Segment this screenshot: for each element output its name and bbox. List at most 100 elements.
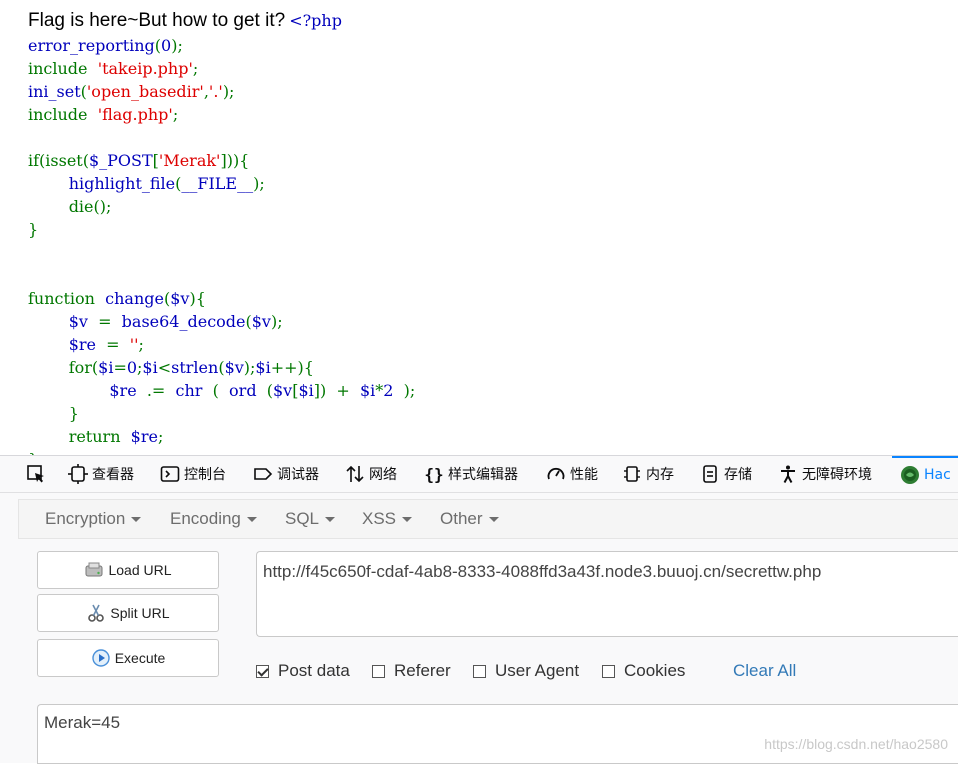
code-token: ;: [138, 335, 144, 354]
url-value: http://f45c650f-cdaf-4ab8-8333-4088ffd3a…: [263, 562, 822, 581]
referer-checkbox[interactable]: [372, 664, 385, 678]
code-token: include: [28, 59, 98, 78]
tab-inspector[interactable]: 查看器: [68, 456, 134, 492]
menu-other[interactable]: Other: [440, 500, 499, 538]
user-agent-option[interactable]: User Agent: [473, 661, 579, 681]
tab-label: 无障碍环境: [802, 467, 872, 483]
source-code-view: Flag is here~But how to get it? <?php err…: [0, 0, 958, 455]
performance-icon: [546, 464, 566, 484]
code-token: ord: [229, 381, 267, 400]
code-token: =: [113, 358, 127, 377]
code-line: $re .= chr ( ord ($v[$i]) + $i*2 );: [28, 381, 415, 401]
code-token: .=: [146, 381, 176, 400]
post-data-value: Merak=45: [44, 713, 121, 732]
tab-label: 查看器: [92, 467, 134, 483]
url-textarea[interactable]: http://f45c650f-cdaf-4ab8-8333-4088ffd3a…: [256, 551, 958, 637]
user-agent-label: User Agent: [495, 661, 580, 680]
style-editor-icon: {}: [424, 464, 444, 484]
code-token: for(: [28, 358, 99, 377]
clear-all-link[interactable]: Clear All: [733, 661, 796, 681]
code-token: $re: [130, 427, 158, 446]
code-token: include: [28, 105, 98, 124]
caret-down-icon: [488, 516, 499, 522]
cookies-label: Cookies: [624, 661, 686, 680]
tab-debugger[interactable]: 调试器: [253, 456, 319, 492]
tab-label: 性能: [570, 467, 598, 483]
menu-encoding[interactable]: Encoding: [170, 500, 257, 538]
menu-xss[interactable]: XSS: [362, 500, 413, 538]
code-token: __FILE__: [181, 174, 254, 193]
tab-console[interactable]: 控制台: [160, 456, 226, 492]
code-token: =: [106, 335, 130, 354]
code-token: );: [243, 358, 256, 377]
tab-label: 控制台: [184, 467, 226, 483]
referer-option[interactable]: Referer: [372, 661, 451, 681]
post-data-textarea[interactable]: Merak=45: [37, 704, 958, 764]
code-token: 'takeip.php': [97, 59, 193, 78]
tab-pick-element[interactable]: [26, 456, 50, 492]
code-token: 'flag.php': [97, 105, 173, 124]
load-url-icon: [84, 560, 104, 580]
code-token: strlen: [171, 358, 219, 377]
menu-label: SQL: [285, 509, 320, 528]
code-token: $re: [109, 381, 147, 400]
code-token: ini_set: [28, 82, 81, 101]
tab-accessibility[interactable]: 无障碍环境: [778, 456, 872, 492]
split-url-button[interactable]: Split URL: [37, 594, 219, 632]
caret-down-icon: [131, 516, 142, 522]
code-token: (: [212, 381, 230, 400]
execute-button[interactable]: Execute: [37, 639, 219, 677]
tab-hackbar[interactable]: Hac: [892, 456, 958, 492]
code-token: die();: [28, 197, 112, 216]
code-token: if(isset(: [28, 151, 89, 170]
code-token: $v: [224, 358, 244, 377]
menu-encryption[interactable]: Encryption: [45, 500, 142, 538]
tab-storage[interactable]: 存储: [700, 456, 752, 492]
menu-sql[interactable]: SQL: [285, 500, 336, 538]
tab-performance[interactable]: 性能: [546, 456, 598, 492]
code-line: highlight_file(__FILE__);: [28, 174, 265, 194]
user-agent-checkbox[interactable]: [473, 664, 486, 678]
tab-network[interactable]: 网络: [345, 456, 397, 492]
tab-label: 网络: [369, 467, 397, 483]
tab-style-editor[interactable]: {} 样式编辑器: [424, 456, 518, 492]
heading-text: Flag is here~But how to get it?: [28, 10, 286, 31]
storage-icon: [700, 464, 720, 484]
code-token: 'open_basedir': [86, 82, 204, 101]
load-url-button[interactable]: Load URL: [37, 551, 219, 589]
code-line: error_reporting(0);: [28, 36, 183, 56]
code-token: ;: [157, 427, 164, 446]
code-line: function change($v){: [28, 289, 206, 309]
network-icon: [345, 464, 365, 484]
code-token: );: [403, 381, 416, 400]
tab-memory[interactable]: 内存: [622, 456, 674, 492]
devtools-tabbar: 查看器 控制台 调试器 网络 {} 样式编辑器 性能 内存 存储 无障碍环境 H…: [0, 456, 958, 493]
code-token: 2: [383, 381, 404, 400]
code-line: $v = base64_decode($v);: [28, 312, 283, 332]
cookies-option[interactable]: Cookies: [602, 661, 685, 681]
code-token: $v: [170, 289, 190, 308]
code-token: 0: [161, 36, 172, 55]
code-token: $_POST: [88, 151, 153, 170]
caret-down-icon: [402, 516, 413, 522]
code-token: chr: [175, 381, 213, 400]
tab-label: Hac: [924, 467, 951, 483]
post-data-option[interactable]: Post data: [256, 661, 350, 681]
menu-label: Encoding: [170, 509, 241, 528]
code-line: for($i=0;$i<strlen($v);$i++){: [28, 358, 314, 378]
menu-label: Encryption: [45, 509, 126, 528]
code-token: 0: [126, 358, 138, 377]
code-token: ]) +: [313, 381, 360, 400]
code-line: $re = '';: [28, 335, 144, 355]
tab-label: 样式编辑器: [448, 467, 518, 483]
code-line: return $re;: [28, 427, 164, 447]
menu-label: XSS: [362, 509, 397, 528]
code-token: change: [105, 289, 164, 308]
post-data-checkbox[interactable]: [256, 664, 269, 678]
execute-label: Execute: [114, 650, 166, 666]
cookies-checkbox[interactable]: [602, 664, 615, 678]
referer-label: Referer: [394, 661, 451, 680]
code-line: include 'flag.php';: [28, 105, 178, 125]
code-line: }: [28, 220, 38, 240]
